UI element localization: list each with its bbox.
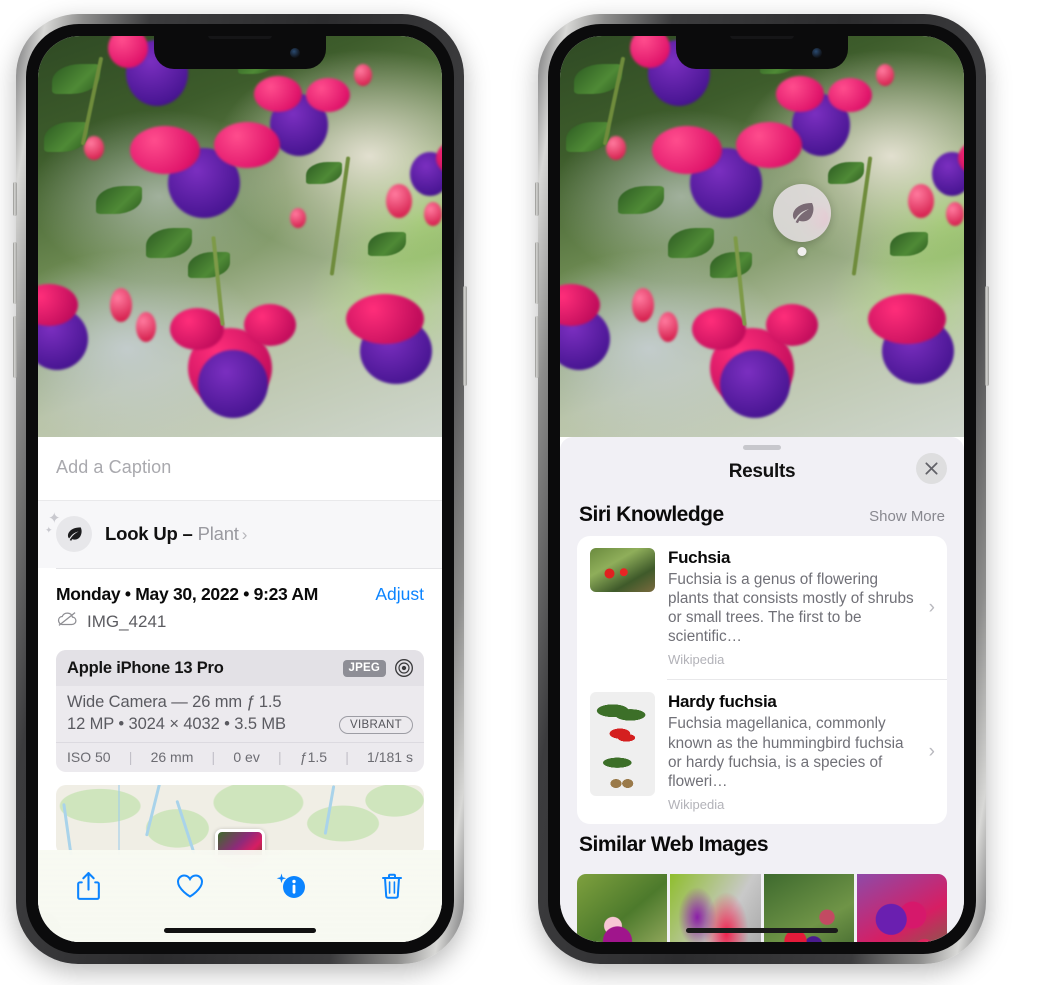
info-button[interactable] [263,866,319,906]
notch [676,36,848,69]
exif-iso: ISO 50 [67,749,111,765]
home-indicator[interactable] [164,928,316,933]
right-phone-screen: Results Siri Knowledge Show More Fuchsia… [560,36,964,942]
delete-button[interactable] [364,866,420,906]
look-up-row[interactable]: ✦ ✦ Look Up – Plant › [38,501,442,568]
map-river [145,785,162,837]
exif-separator: | [211,749,216,765]
siri-knowledge-title: Siri Knowledge [579,503,724,526]
adjust-button[interactable]: Adjust [375,584,424,605]
results-sheet: Results Siri Knowledge Show More Fuchsia… [560,437,964,942]
photo-fuchsia[interactable] [38,36,442,437]
result-source: Wikipedia [668,796,725,812]
exif-separator: | [128,749,133,765]
camera-card-body: Wide Camera — 26 mm ƒ 1.5 12 MP • 3024 ×… [56,686,424,742]
photo-filename: IMG_4241 [87,611,167,631]
siri-knowledge-header: Siri Knowledge Show More [560,494,964,536]
metadata-top-row: Monday • May 30, 2022 • 9:23 AM Adjust [56,584,424,605]
close-button[interactable] [916,453,947,484]
exif-separator: | [345,749,349,765]
result-thumbnail [590,692,655,797]
exif-shutter: 1/181 s [367,749,413,765]
exif-separator: | [278,749,282,765]
result-body: Hardy fuchsia Fuchsia magellanica, commo… [668,692,916,811]
photo-fuchsia[interactable] [560,36,964,437]
show-more-button[interactable]: Show More [869,508,945,525]
exif-aperture: ƒ1.5 [299,749,328,765]
share-button[interactable] [61,866,117,906]
map-river [175,799,196,855]
results-header: Results [560,450,964,494]
map-river [62,803,73,855]
image-size-info: 12 MP • 3024 × 4032 • 3.5 MB [67,715,286,733]
leaf-icon [56,516,92,552]
result-description: Fuchsia is a genus of flowering plants t… [668,571,914,646]
caption-input[interactable]: Add a Caption [38,437,442,501]
result-description: Fuchsia magellanica, commonly known as t… [668,715,904,790]
format-badge: JPEG [342,659,386,677]
filename-row: IMG_4241 [56,611,424,632]
exif-focal: 26 mm [150,749,194,765]
icloud-slash-icon [56,611,78,632]
right-phone-frame: Results Siri Knowledge Show More Fuchsia… [535,14,989,964]
chevron-right-icon: › [928,741,935,763]
photographic-style-badge: VIBRANT [339,715,413,734]
similar-web-images-title: Similar Web Images [579,832,769,856]
result-title: Hardy fuchsia [668,692,777,712]
earpiece-speaker [730,36,794,39]
silent-switch[interactable] [13,182,17,216]
exif-exposure: 0 ev [233,749,260,765]
favorite-button[interactable] [162,866,218,906]
volume-up-button[interactable] [535,242,539,304]
look-up-label: Look Up – Plant › [105,523,247,545]
map-river [323,785,336,835]
location-map-preview[interactable] [56,785,424,855]
front-camera-icon [290,48,300,58]
left-phone-frame: Add a Caption ✦ ✦ Look Up – Plant › Mond… [13,14,467,964]
result-thumbnail [590,548,655,592]
similar-web-images-header: Similar Web Images [560,824,964,866]
power-button[interactable] [463,286,467,386]
silent-switch[interactable] [535,182,539,216]
aperture-icon [394,658,414,678]
notch [154,36,326,69]
volume-down-button[interactable] [13,316,17,378]
look-up-icon-wrap: ✦ ✦ [45,510,92,552]
volume-up-button[interactable] [13,242,17,304]
list-item[interactable]: Hardy fuchsia Fuchsia magellanica, commo… [577,680,947,823]
screenshot-stage: Add a Caption ✦ ✦ Look Up – Plant › Mond… [0,0,1055,985]
siri-knowledge-list: Fuchsia Fuchsia is a genus of flowering … [577,536,947,824]
camera-model: Apple iPhone 13 Pro [67,658,224,677]
web-image-thumbnail[interactable] [856,873,947,942]
left-phone-screen: Add a Caption ✦ ✦ Look Up – Plant › Mond… [38,36,442,942]
web-image-thumbnail[interactable] [577,873,668,942]
camera-header-right: JPEG [342,658,414,678]
photo-info-sheet: Add a Caption ✦ ✦ Look Up – Plant › Mond… [38,437,442,942]
camera-info-card[interactable]: Apple iPhone 13 Pro JPEG Wide Camera — 2… [56,650,424,772]
volume-down-button[interactable] [535,316,539,378]
visual-lookup-leaf-badge[interactable] [773,184,831,242]
list-item[interactable]: Fuchsia Fuchsia is a genus of flowering … [577,536,947,679]
camera-card-header: Apple iPhone 13 Pro JPEG [56,650,424,686]
photo-metadata: Monday • May 30, 2022 • 9:23 AM Adjust I… [38,569,442,644]
home-indicator[interactable] [686,928,838,933]
sparkle-small-icon: ✦ [45,525,53,535]
right-phone-bezel: Results Siri Knowledge Show More Fuchsia… [548,24,976,954]
front-camera-icon [812,48,822,58]
size-row: 12 MP • 3024 × 4032 • 3.5 MB VIBRANT [67,715,413,734]
look-up-subject: Plant [197,523,239,544]
lens-info: Wide Camera — 26 mm ƒ 1.5 [67,693,282,711]
exif-row: ISO 50 | 26 mm | 0 ev | ƒ1.5 | 1/181 s [56,742,424,772]
chevron-right-icon: › [928,596,935,618]
photo-date: Monday • May 30, 2022 • 9:23 AM [56,584,318,604]
result-source: Wikipedia [668,652,725,668]
earpiece-speaker [208,36,272,39]
result-title: Fuchsia [668,548,731,567]
power-button[interactable] [985,286,989,386]
results-title: Results [728,461,796,482]
result-body: Fuchsia Fuchsia is a genus of flowering … [668,548,916,667]
left-phone-bezel: Add a Caption ✦ ✦ Look Up – Plant › Mond… [26,24,454,954]
look-up-prefix: Look Up – [105,523,198,544]
chevron-right-icon: › [241,525,248,544]
